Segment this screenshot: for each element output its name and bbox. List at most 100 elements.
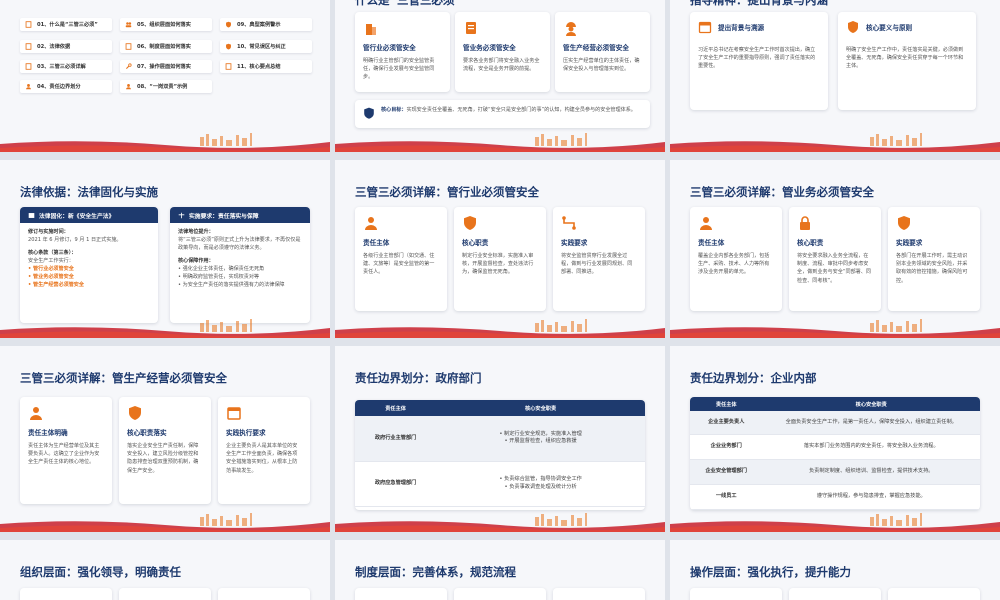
toc-item[interactable]: 08、“一岗双责”示例: [120, 80, 212, 93]
toc-label: 09、典型案例警示: [237, 22, 281, 28]
slide-definition[interactable]: 什么是“三管三必须” 管行业必须管安全 明确行业主管部门的安全监管责任，确保行业…: [335, 0, 665, 152]
slide-grid: 01、什么是“三管三必须” 02、法律依据 03、三管三必须详解 04、责任边界…: [0, 0, 1000, 600]
info-card[interactable]: 责任主体明确 责任主体为生产经营单位及其主要负责人。这确立了企业作为安全生产责任主…: [20, 397, 112, 504]
toc-item[interactable]: 04、责任边界划分: [20, 80, 112, 93]
toc-label: 06、制度层面如何落实: [137, 44, 191, 50]
info-card[interactable]: 实践执行要求 企业主要负责人是其本单位的安全生产工作全面负责，确保各项安全措施落实…: [218, 397, 310, 504]
worker-icon: [566, 22, 576, 36]
slide-title: 组织层面：强化领导，明确责任: [20, 565, 181, 579]
card-body: 将安全监管贯穿行业发展全过程，做到与行业发展同规划、同部署、同推进。: [561, 253, 633, 276]
card-heading: 责任主体: [698, 239, 725, 247]
law-panel[interactable]: 法律固化：新《安全生产法》 修订与实施时间： 2021 年 6 月修订，9 月 …: [20, 207, 158, 323]
info-card[interactable]: [355, 588, 447, 600]
footer-band: [0, 510, 330, 532]
info-card[interactable]: 管业务必须管安全 要求各业务部门将安全融入业务全流程，安全是业务开展的前提。: [455, 12, 550, 92]
card-heading: 管生产经营必须管安全: [563, 44, 629, 52]
toc-item[interactable]: 03、三管三必须详解: [20, 60, 112, 73]
slide-organization[interactable]: 组织层面：强化领导，明确责任: [0, 540, 330, 600]
slide-title: 责任边界划分：企业内部: [690, 371, 817, 385]
panel-header: 实施要求：责任落实与保障: [170, 207, 310, 223]
cell-subject: 企业主要负责人: [690, 411, 763, 435]
info-card[interactable]: [690, 588, 782, 600]
col-header: 核心安全职责: [762, 397, 980, 411]
info-card[interactable]: 管生产经营必须管安全 压实生产经营单位的主体责任，确保安全投入与管理落实到位。: [555, 12, 650, 92]
text-revision: 2021 年 6 月修订，9 月 1 日正式实施。: [28, 237, 122, 243]
user-icon: [365, 217, 377, 230]
slide-industry[interactable]: 三管三必须详解：管行业必须管安全 责任主体 各级行业主管部门（如交通、住建、文旅等…: [335, 160, 665, 338]
implementation-panel[interactable]: 实施要求：责任落实与保障 法律地位提升： 将“三管三必须”原则正式上升为法律要求…: [170, 207, 310, 323]
card-heading: 实践要求: [896, 239, 923, 247]
cell-subject: 政府行业主管部门: [355, 416, 437, 462]
table-row: 政府应急管理部门 • 负责综合监管，指导协调安全工作 • 负责事故调查处理及统计分析: [355, 461, 645, 507]
toc-item[interactable]: 06、制度层面如何落实: [120, 40, 212, 53]
slide-business[interactable]: 三管三必须详解：管业务必须管安全 责任主体 覆盖企业内部各业务部门，包括生产、采购…: [670, 160, 1000, 338]
info-card[interactable]: 核心职责 将安全要求融入业务全流程，在制度、流程、审批中同步考虑安全，做到业务与安…: [789, 207, 881, 311]
panel-title: 实施要求：责任落实与保障: [189, 213, 259, 220]
info-card[interactable]: 实践要求各部门在开展工作时，需主动识别本业务领域的安全风险，并采取有效的管控措施…: [888, 207, 980, 311]
info-card[interactable]: [789, 588, 881, 600]
info-card[interactable]: [454, 588, 546, 600]
toc-item[interactable]: 05、组织层面如何落实: [120, 18, 212, 31]
slide-production[interactable]: 三管三必须详解：管生产经营必须管安全 责任主体明确 责任主体为生产经营单位及其主要…: [0, 346, 330, 532]
card-body: 制定行业安全标准，实施准入审核，开展监督检查，查处违法行为，确保监管无死角。: [462, 253, 534, 276]
shield-icon: [464, 216, 476, 230]
toc-item[interactable]: 11、核心要点总结: [220, 60, 312, 73]
toc-item[interactable]: 02、法律依据: [20, 40, 112, 53]
info-card[interactable]: 实践要求 将安全监管贯穿行业发展全过程，做到与行业发展同规划、同部署、同推进。: [553, 207, 645, 311]
info-card[interactable]: 核心要义与原则 明确了安全生产工作中，责任落实是关键，必须做到全覆盖、无死角，确…: [838, 12, 976, 110]
toc-item[interactable]: 09、典型案例警示: [220, 18, 312, 31]
document-icon: [466, 22, 476, 34]
slide-gov-boundary[interactable]: 责任边界划分：政府部门 责任主体 核心安全职责 政府行业主管部门 • 制定行业安全规…: [335, 346, 665, 532]
bullet-item: • 明确政府监管责任，实现权责对等: [178, 274, 260, 280]
cell-duty: 全面负责安全生产工作，是第一责任人，保障安全投入，组织建立责任制。: [762, 411, 980, 435]
info-card[interactable]: 核心职责 制定行业安全标准，实施准入审核，开展监督检查，查处违法行为，确保监管无死…: [454, 207, 546, 311]
user-icon: [700, 217, 712, 230]
info-card[interactable]: [888, 588, 980, 600]
toc-label: 01、什么是“三管三必须”: [37, 22, 98, 28]
cell-subject: 企业业务部门: [690, 434, 763, 460]
info-card[interactable]: [553, 588, 645, 600]
info-card[interactable]: 核心职责落实 落实企业安全生产责任制，保障安全投入，建立风险分级管控和隐患排查治理…: [119, 397, 211, 504]
card-body: 各部门在开展工作时，需主动识别本业务领域的安全风险，并采取有效的管控措施，确保风…: [896, 253, 968, 284]
slide-system[interactable]: 制度层面：完善体系，规范流程: [335, 540, 665, 600]
label-status: 法律地位提升：: [178, 229, 214, 235]
info-card[interactable]: [20, 588, 112, 600]
text-clause: 安全生产工作实行：: [28, 258, 74, 264]
info-card[interactable]: 管行业必须管安全 明确行业主管部门的安全监管责任，确保行业发展与安全监管同步。: [355, 12, 450, 92]
slide-toc[interactable]: 01、什么是“三管三必须” 02、法律依据 03、三管三必须详解 04、责任边界…: [0, 0, 330, 152]
card-body: 企业主要负责人是其本单位的安全生产工作全面负责，确保各项安全措施落实到位，从根本…: [226, 443, 298, 474]
card-body: 明确了安全生产工作中，责任落实是关键，必须做到全覆盖、无死角，确保安全责任贯穿于…: [846, 47, 964, 70]
slide-background[interactable]: 指导精神：提出背景与内涵 提出背景与溯源 习近平总书记在考察安全生产工作时首次提…: [670, 0, 1000, 152]
slide-enterprise-boundary[interactable]: 责任边界划分：企业内部 责任主体 核心安全职责 企业主要负责人 全面负责安全生产工作…: [670, 346, 1000, 532]
info-card[interactable]: 责任主体覆盖企业内部各业务部门，包括生产、采购、技术、人力等所有涉及业务开展的单…: [690, 207, 782, 311]
document-icon: [25, 21, 32, 28]
label-revision: 修订与实施时间：: [28, 229, 69, 235]
user-icon: [126, 84, 131, 90]
toc-item[interactable]: 07、操作层面如何落实: [120, 60, 212, 73]
toc-item[interactable]: 10、常见误区与纠正: [220, 40, 312, 53]
col-header: 核心安全职责: [436, 400, 645, 416]
bullet-item: • 强化企业主体责任，确保责任无死角: [178, 266, 265, 272]
info-card[interactable]: [119, 588, 211, 600]
info-card[interactable]: 责任主体 各级行业主管部门（如交通、住建、文旅等）是安全监管的第一责任人。: [355, 207, 447, 311]
card-body: 覆盖企业内部各业务部门，包括生产、采购、技术、人力等所有涉及业务开展的单元。: [698, 253, 770, 276]
slide-operation[interactable]: 操作层面：强化执行，提升能力: [670, 540, 1000, 600]
card-heading: 管业务必须管安全: [463, 44, 516, 52]
calendar-icon: [698, 21, 712, 34]
shield-icon: [848, 21, 858, 33]
balance-icon: [178, 212, 185, 218]
cell-subject: 政府应急管理部门: [355, 461, 437, 507]
slide-legal-basis[interactable]: 法律依据：法律固化与实施 法律固化：新《安全生产法》 修订与实施时间： 2021…: [0, 160, 330, 338]
lock-icon: [800, 216, 810, 230]
cell-duty: • 负责综合监管，指导协调安全工作 • 负责事故调查处理及统计分析: [436, 461, 645, 507]
info-card[interactable]: 提出背景与溯源 习近平总书记在考察安全生产工作时首次提出，确立了安全生产工作的重…: [690, 12, 828, 110]
info-card[interactable]: [218, 588, 310, 600]
goal-callout: 核心目标：实现安全责任全覆盖、无死角，打破“安全只是安全部门的事”的认知，构建全…: [355, 100, 650, 128]
table-row: 企业主要负责人 全面负责安全生产工作，是第一责任人，保障安全投入，组织建立责任制。: [690, 411, 980, 435]
toc-label: 10、常见误区与纠正: [237, 44, 286, 50]
table-row: 一线员工 遵守操作规程，参与隐患排查，掌握应急技能。: [690, 484, 980, 510]
table-row: 企业业务部门 落实本部门业务范围内的安全责任，将安全融入业务流程。: [690, 434, 980, 460]
toc-item[interactable]: 01、什么是“三管三必须”: [20, 18, 112, 31]
col-header: 责任主体: [355, 400, 437, 416]
cell-duty: • 制定行业安全规范，实施准入管理 • 开展监督检查，组织应急救援: [436, 416, 645, 462]
